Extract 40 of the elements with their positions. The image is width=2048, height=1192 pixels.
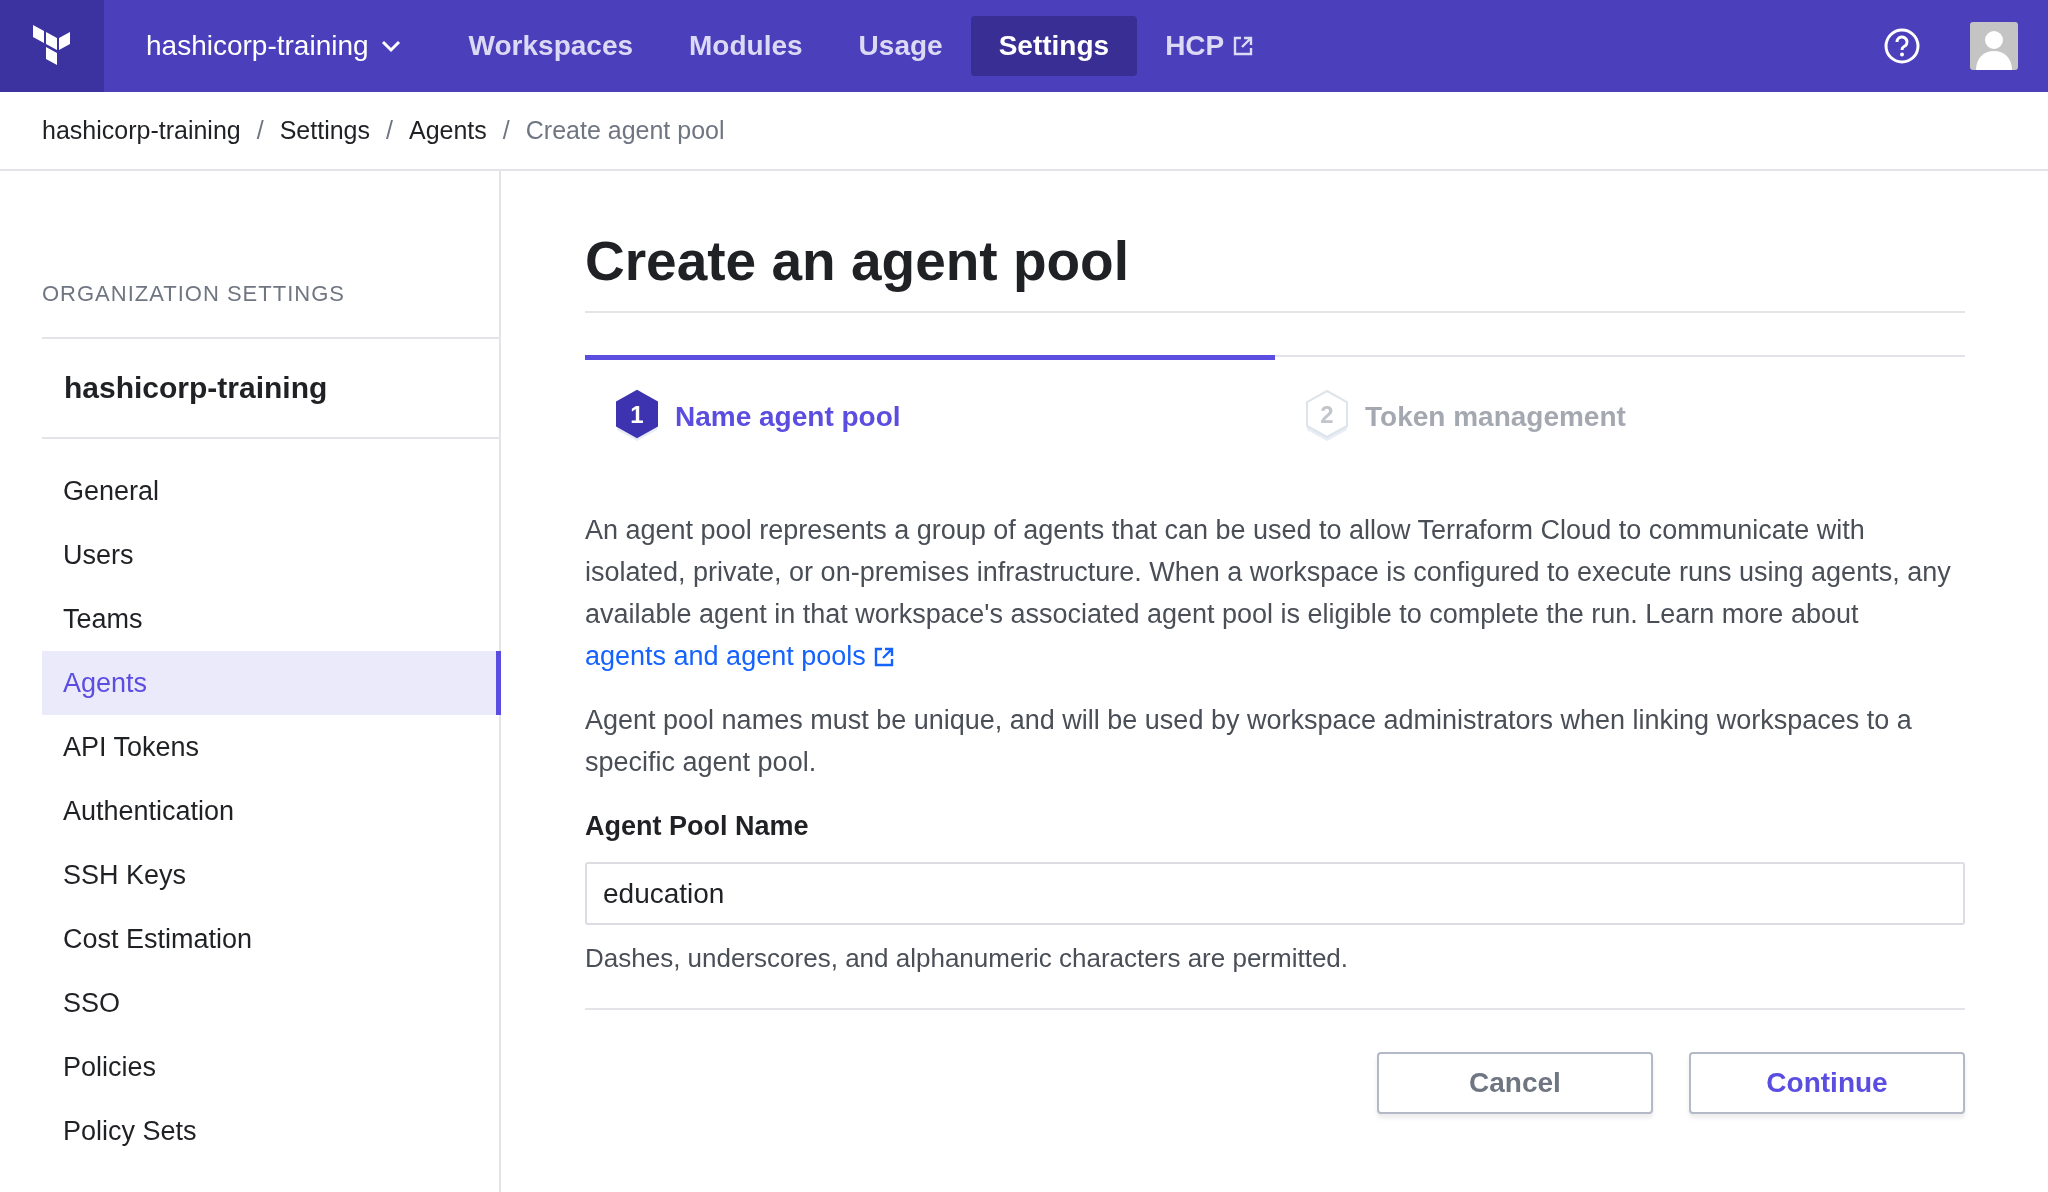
cancel-button[interactable]: Cancel: [1377, 1052, 1653, 1114]
wizard-step[interactable]: 1 Name agent pool: [585, 355, 1275, 445]
help-icon[interactable]: [1884, 28, 1920, 64]
breadcrumb-separator: /: [256, 116, 264, 145]
chevron-down-icon: [380, 39, 401, 53]
breadcrumb-link[interactable]: Settings: [279, 116, 370, 145]
external-link-icon: [1232, 35, 1255, 57]
sidebar-item[interactable]: Agents: [42, 651, 501, 715]
organization-dropdown[interactable]: hashicorp-training: [146, 30, 401, 62]
nav-link[interactable]: HCP: [1137, 16, 1283, 76]
description-text: An agent pool represents a group of agents that can be used to allow Terraform Cloud to communicate with isolated, private, or on-premises infrastructure. When a workspace is configured to execute runs using agents, any available agent in that workspace's associated agent pool is eligible to complete the run. Learn more about agents and agent pools: [585, 514, 1952, 673]
sidebar-item[interactable]: Teams: [42, 587, 501, 651]
sidebar-item[interactable]: General: [42, 459, 501, 523]
documentation-link[interactable]: agents and agent pools: [585, 641, 896, 671]
logo-icon[interactable]: [0, 0, 104, 92]
nav-link[interactable]: Modules: [661, 16, 831, 76]
breadcrumb-separator: /: [502, 116, 510, 145]
field-help-text: Dashes, underscores, and alphanumeric characters are permitted.: [585, 943, 1965, 1010]
sidebar-item[interactable]: Policies: [42, 1035, 501, 1099]
continue-button[interactable]: Continue: [1689, 1052, 1965, 1114]
organization-name: hashicorp-training: [42, 339, 499, 439]
nav-link[interactable]: Settings: [970, 16, 1138, 76]
sidebar-item[interactable]: API Tokens: [42, 715, 501, 779]
agent-pool-name-field[interactable]: education: [585, 862, 1965, 925]
breadcrumb-link[interactable]: hashicorp-training: [42, 116, 241, 145]
external-link-icon: [873, 646, 896, 668]
page-title: Create an agent pool: [585, 171, 1965, 313]
sidebar-item[interactable]: Cost Estimation: [42, 907, 501, 971]
sidebar-item[interactable]: Users: [42, 523, 501, 587]
breadcrumb-link[interactable]: Agents: [408, 116, 487, 145]
sidebar-item[interactable]: Policy Sets: [42, 1099, 501, 1163]
note-text: Agent pool names must be unique, and will be used by workspace administrators when linking workspaces to a specific agent pool.: [585, 704, 1913, 779]
sidebar-heading: ORGANIZATION SETTINGS: [42, 281, 499, 339]
nav-link[interactable]: Usage: [830, 16, 971, 76]
sidebar-item[interactable]: Authentication: [42, 779, 501, 843]
nav-link[interactable]: Workspaces: [440, 16, 662, 76]
breadcrumb-separator: /: [386, 116, 393, 145]
field-label: Agent Pool Name: [585, 811, 810, 842]
sidebar-item[interactable]: SSO: [42, 971, 501, 1035]
sidebar-item[interactable]: SSH Keys: [42, 843, 501, 907]
